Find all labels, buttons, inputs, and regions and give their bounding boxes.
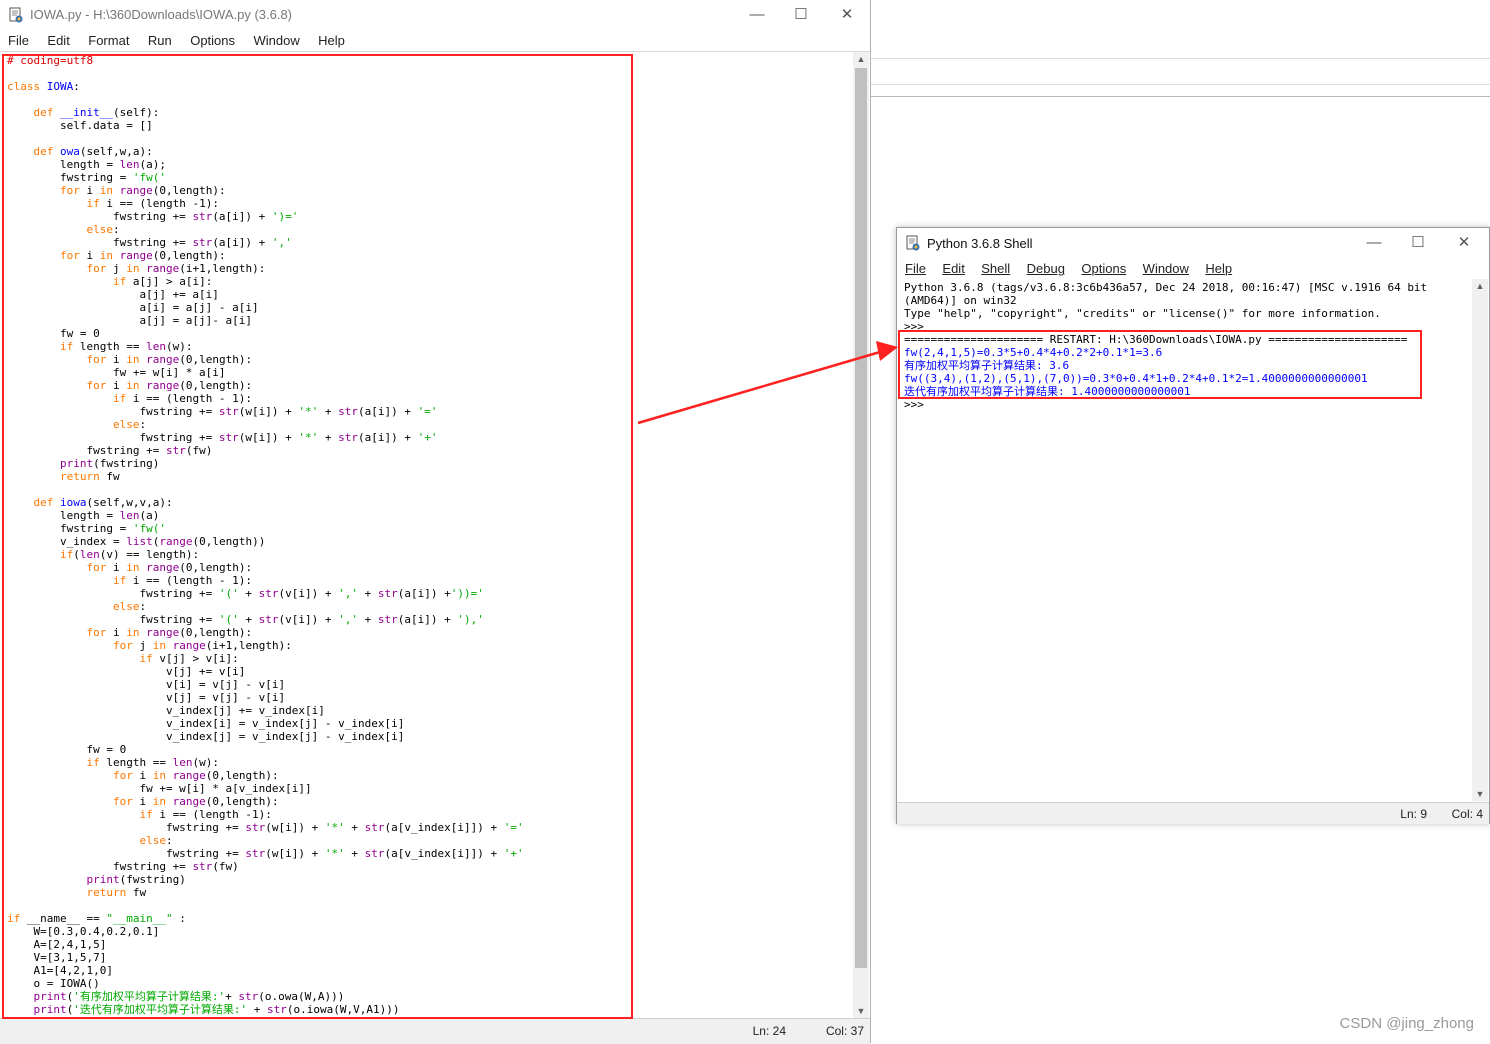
editor-titlebar: IOWA.py - H:\360Downloads\IOWA.py (3.6.8… xyxy=(0,0,870,30)
shell-menu-edit[interactable]: Edit xyxy=(942,258,964,279)
output-highlight-box xyxy=(898,330,1422,399)
editor-menubar: File Edit Format Run Options Window Help xyxy=(0,30,870,52)
shell-maximize-button[interactable]: ☐ xyxy=(1403,232,1433,254)
shell-menu-shell[interactable]: Shell xyxy=(981,258,1010,279)
menu-help[interactable]: Help xyxy=(318,30,345,51)
shell-line: >>> xyxy=(904,398,931,411)
shell-window: Python 3.6.8 Shell — ☐ ✕ File Edit Shell… xyxy=(896,227,1490,824)
menu-run[interactable]: Run xyxy=(148,30,172,51)
python-file-icon xyxy=(9,7,23,23)
minimize-button[interactable]: — xyxy=(742,4,772,26)
shell-menu-file[interactable]: File xyxy=(905,258,926,279)
shell-minimize-button[interactable]: — xyxy=(1359,232,1389,254)
scroll-down-icon[interactable]: ▼ xyxy=(1472,787,1488,801)
column-indicator: Col: 37 xyxy=(825,1024,864,1038)
shell-title: Python 3.6.8 Shell xyxy=(927,236,1033,251)
menu-file[interactable]: File xyxy=(8,30,29,51)
shell-line-indicator: Ln: 9 xyxy=(1400,807,1427,821)
watermark: CSDN @jing_zhong xyxy=(1339,1015,1474,1032)
shell-menu-options[interactable]: Options xyxy=(1081,258,1126,279)
shell-menu-debug[interactable]: Debug xyxy=(1027,258,1065,279)
shell-close-button[interactable]: ✕ xyxy=(1449,232,1479,254)
shell-menu-window[interactable]: Window xyxy=(1143,258,1189,279)
shell-menubar: File Edit Shell Debug Options Window Hel… xyxy=(897,258,1489,278)
scroll-down-icon[interactable]: ▼ xyxy=(853,1004,869,1018)
scroll-up-icon[interactable]: ▲ xyxy=(1472,279,1488,293)
shell-line: (AMD64)] on win32 xyxy=(904,294,1017,307)
line-indicator: Ln: 24 xyxy=(752,1024,786,1038)
divider xyxy=(870,84,1490,85)
shell-scrollbar[interactable]: ▲ ▼ xyxy=(1472,279,1488,801)
close-button[interactable]: ✕ xyxy=(832,4,862,26)
editor-scrollbar[interactable]: ▲ ▼ xyxy=(853,52,869,1018)
shell-line: Python 3.6.8 (tags/v3.6.8:3c6b436a57, De… xyxy=(904,281,1428,294)
shell-menu-help[interactable]: Help xyxy=(1205,258,1232,279)
shell-column-indicator: Col: 4 xyxy=(1451,807,1483,821)
divider xyxy=(870,96,1490,97)
shell-line: Type "help", "copyright", "credits" or "… xyxy=(904,307,1381,320)
menu-window[interactable]: Window xyxy=(253,30,299,51)
scroll-up-icon[interactable]: ▲ xyxy=(853,52,869,66)
scroll-thumb[interactable] xyxy=(855,68,867,968)
shell-statusbar: Ln: 9 Col: 4 xyxy=(897,802,1489,824)
maximize-button[interactable]: ☐ xyxy=(786,4,816,26)
menu-options[interactable]: Options xyxy=(190,30,235,51)
divider xyxy=(870,58,1490,59)
menu-format[interactable]: Format xyxy=(88,30,129,51)
editor-statusbar: Ln: 24 Col: 37 xyxy=(0,1018,870,1044)
menu-edit[interactable]: Edit xyxy=(47,30,69,51)
editor-title: IOWA.py - H:\360Downloads\IOWA.py (3.6.8… xyxy=(30,7,293,22)
code-highlight-box xyxy=(2,54,633,1019)
shell-titlebar: Python 3.6.8 Shell — ☐ ✕ xyxy=(897,228,1489,258)
python-shell-icon xyxy=(906,235,920,251)
